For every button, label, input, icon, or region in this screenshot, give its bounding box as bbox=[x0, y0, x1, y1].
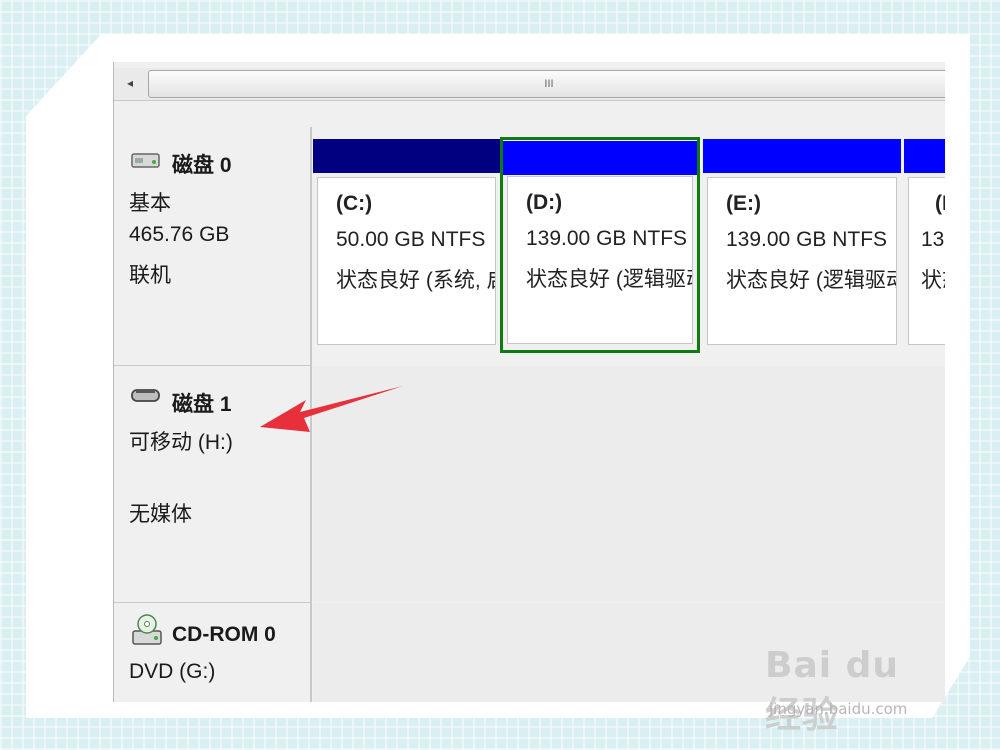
cd-rom-0-label-panel[interactable]: CD-ROM 0 DVD (G:) bbox=[114, 603, 312, 702]
partition-e[interactable]: (E:) 139.00 GB NTFS 状态良好 (逻辑驱动 bbox=[703, 139, 901, 351]
partition-c-bar bbox=[313, 139, 500, 173]
partition-c-drive: (C:) bbox=[336, 192, 373, 215]
disk-1-row: 磁盘 1 可移动 (H:) 无媒体 bbox=[114, 366, 945, 604]
watermark-url: jingyan.baidu.com bbox=[769, 700, 908, 718]
disk-0-row: 磁盘 0 基本 465.76 GB 联机 (C:) 50.00 GB NTFS … bbox=[114, 127, 945, 367]
partition-e-status: 状态良好 (逻辑驱动 bbox=[726, 269, 897, 292]
partition-f-drive: (F:) bbox=[935, 192, 945, 215]
disk-1-type: 可移动 (H:) bbox=[129, 431, 233, 454]
scrollbar-thumb[interactable]: III bbox=[148, 70, 945, 98]
partition-c[interactable]: (C:) 50.00 GB NTFS 状态良好 (系统, 启 bbox=[313, 139, 500, 351]
partition-d-drive: (D:) bbox=[526, 191, 563, 214]
disk-0-title: 磁盘 0 bbox=[172, 154, 232, 177]
partition-c-size: 50.00 GB NTFS bbox=[336, 228, 486, 251]
disk-management-window: ◂ III 磁盘 0 基本 465.76 GB 联机 (C:) 50.00 GB… bbox=[105, 62, 945, 702]
partition-e-drive: (E:) bbox=[726, 192, 761, 215]
partition-d[interactable]: (D:) 139.00 GB NTFS 状态良好 (逻辑驱动 bbox=[500, 137, 700, 353]
hard-disk-icon bbox=[131, 153, 160, 168]
window-left-edge bbox=[105, 62, 114, 702]
disk-0-type: 基本 bbox=[129, 192, 171, 215]
removable-disk-icon bbox=[131, 389, 160, 402]
horizontal-scrollbar[interactable]: ◂ III bbox=[114, 68, 945, 101]
disk-0-status: 联机 bbox=[129, 264, 171, 287]
partition-f-body[interactable]: (F:) 137. 状态 bbox=[908, 177, 945, 345]
partition-d-bar bbox=[503, 141, 697, 175]
partition-c-status: 状态良好 (系统, 启 bbox=[336, 269, 496, 292]
disk-0-label-panel[interactable]: 磁盘 0 基本 465.76 GB 联机 bbox=[114, 127, 312, 367]
disk-1-status: 无媒体 bbox=[129, 503, 192, 526]
disk-1-title: 磁盘 1 bbox=[172, 393, 232, 416]
partition-f-bar bbox=[904, 139, 945, 173]
scrollbar-grip-icon: III bbox=[544, 78, 554, 90]
partition-d-body[interactable]: (D:) 139.00 GB NTFS 状态良好 (逻辑驱动 bbox=[507, 176, 693, 344]
partition-e-bar bbox=[703, 139, 901, 173]
watermark-logo-text: Bai du 经验 bbox=[765, 645, 900, 736]
partition-f-status: 状态 bbox=[921, 269, 945, 292]
red-arrow-icon bbox=[260, 386, 403, 432]
cd-rom-0-type: DVD (G:) bbox=[129, 660, 216, 683]
partition-e-body[interactable]: (E:) 139.00 GB NTFS 状态良好 (逻辑驱动 bbox=[707, 177, 897, 345]
partition-f[interactable]: (F:) 137. 状态 bbox=[904, 139, 945, 351]
disk-0-partitions-area: (C:) 50.00 GB NTFS 状态良好 (系统, 启 (D:) 139.… bbox=[313, 127, 945, 365]
partition-c-body[interactable]: (C:) 50.00 GB NTFS 状态良好 (系统, 启 bbox=[317, 177, 496, 345]
cd-rom-0-title: CD-ROM 0 bbox=[172, 623, 276, 646]
partition-d-status: 状态良好 (逻辑驱动 bbox=[526, 268, 693, 291]
partition-d-size: 139.00 GB NTFS bbox=[526, 227, 688, 250]
cd-rom-icon bbox=[132, 614, 162, 645]
scroll-left-arrow-icon[interactable]: ◂ bbox=[118, 72, 142, 94]
partition-e-size: 139.00 GB NTFS bbox=[726, 228, 888, 251]
disk-0-size: 465.76 GB bbox=[129, 223, 230, 246]
partition-f-size: 137. bbox=[921, 228, 945, 251]
baidu-watermark: Bai du 经验 jingyan.baidu.com bbox=[765, 645, 945, 736]
